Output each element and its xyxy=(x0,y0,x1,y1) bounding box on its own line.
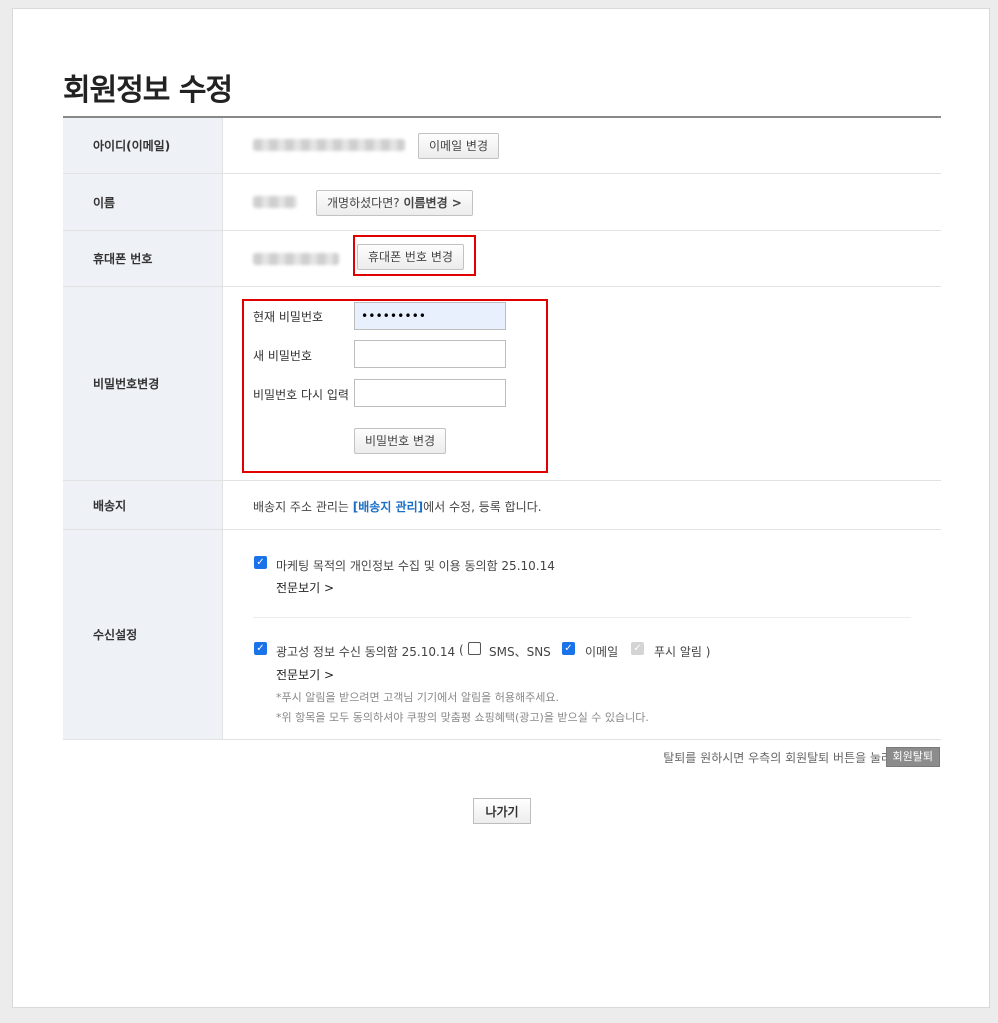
current-password-input[interactable] xyxy=(354,302,506,330)
row-subscription: 수신설정 ✓ 마케팅 목적의 개인정보 수집 및 이용 동의함 25.10.14… xyxy=(63,530,941,740)
row-name: 이름 개명하셨다면? 이름변경 > xyxy=(63,174,941,231)
subscription-divider xyxy=(253,617,911,618)
shipping-text-after: 에서 수정, 등록 합니다. xyxy=(423,500,542,514)
email-checkbox[interactable]: ✓ xyxy=(562,642,575,655)
ad-consent-checkbox[interactable]: ✓ xyxy=(254,642,267,655)
row-label-password: 비밀번호변경 xyxy=(63,287,223,480)
marketing-more-link[interactable]: 전문보기 > xyxy=(276,579,334,596)
push-label: 푸시 알림 ) xyxy=(654,645,711,659)
main-panel: 회원정보 수정 아이디(이메일) 이메일 변경 이름 개명하셨다면? 이름변경 … xyxy=(12,8,990,1008)
new-password-input[interactable] xyxy=(354,340,506,368)
member-info-table: 아이디(이메일) 이메일 변경 이름 개명하셨다면? 이름변경 > 휴대폰 번호… xyxy=(63,116,941,740)
benefit-note: *위 항목을 모두 동의하셔야 쿠팡의 맞춤평 쇼핑혜택(광고)을 받으실 수 … xyxy=(276,711,649,724)
change-password-button[interactable]: 비밀번호 변경 xyxy=(354,428,447,454)
ad-consent-label: 광고성 정보 수신 동의함 25.10.14 xyxy=(276,645,456,659)
new-password-label: 새 비밀번호 xyxy=(253,349,313,363)
row-password: 비밀번호변경 현재 비밀번호 새 비밀번호 비밀번호 다시 입력 비밀번호 변경 xyxy=(63,287,941,481)
change-name-prefix: 개명하셨다면? xyxy=(327,196,400,210)
page-title: 회원정보 수정 xyxy=(63,73,233,108)
paren-open: ( xyxy=(459,643,464,657)
marketing-consent-checkbox[interactable]: ✓ xyxy=(254,556,267,569)
push-checkbox: ✓ xyxy=(631,642,644,655)
change-name-button[interactable]: 개명하셨다면? 이름변경 > xyxy=(316,190,473,216)
change-email-button[interactable]: 이메일 변경 xyxy=(418,133,500,159)
phone-value-redacted xyxy=(253,253,339,265)
push-note: *푸시 알림을 받으려면 고객님 기기에서 알림을 허용해주세요. xyxy=(276,691,559,704)
change-name-bold: 이름변경 > xyxy=(403,196,462,210)
sms-checkbox[interactable] xyxy=(468,642,481,655)
exit-button[interactable]: 나가기 xyxy=(473,798,531,824)
ad-more-link[interactable]: 전문보기 > xyxy=(276,666,334,683)
shipping-manage-link[interactable]: [배송지 관리] xyxy=(353,500,423,514)
row-phone: 휴대폰 번호 휴대폰 번호 변경 xyxy=(63,231,941,287)
row-id: 아이디(이메일) 이메일 변경 xyxy=(63,118,941,174)
confirm-password-input[interactable] xyxy=(354,379,506,407)
email-value-redacted xyxy=(253,139,405,151)
row-label-subscription: 수신설정 xyxy=(63,530,223,739)
marketing-consent-label: 마케팅 목적의 개인정보 수집 및 이용 동의함 25.10.14 xyxy=(276,559,555,573)
row-label-name: 이름 xyxy=(63,174,223,230)
row-label-phone: 휴대폰 번호 xyxy=(63,231,223,286)
shipping-text-before: 배송지 주소 관리는 xyxy=(253,500,353,514)
email-label: 이메일 xyxy=(585,645,619,659)
current-password-label: 현재 비밀번호 xyxy=(253,310,324,324)
shipping-description: 배송지 주소 관리는 [배송지 관리]에서 수정, 등록 합니다. xyxy=(253,498,542,515)
row-label-shipping: 배송지 xyxy=(63,481,223,529)
name-value-redacted xyxy=(253,196,297,208)
sms-label: SMS、SNS xyxy=(489,645,551,659)
confirm-password-label: 비밀번호 다시 입력 xyxy=(253,388,349,402)
row-shipping: 배송지 배송지 주소 관리는 [배송지 관리]에서 수정, 등록 합니다. xyxy=(63,481,941,530)
change-phone-button[interactable]: 휴대폰 번호 변경 xyxy=(357,244,464,270)
row-label-id: 아이디(이메일) xyxy=(63,118,223,173)
withdraw-button[interactable]: 회원탈퇴 xyxy=(885,747,940,767)
